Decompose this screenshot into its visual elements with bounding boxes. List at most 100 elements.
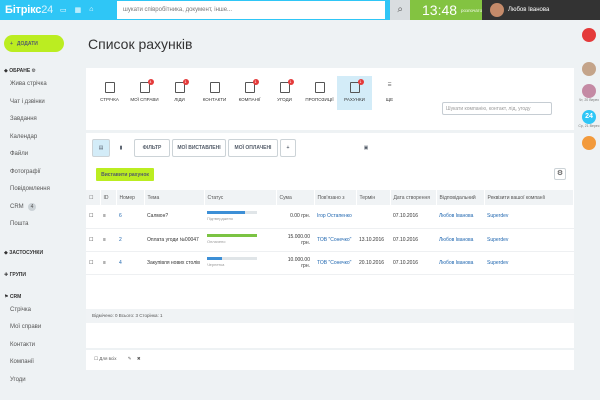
invoice-linked[interactable]: ТОВ "Сонечко": [314, 228, 356, 252]
crm-item-companies[interactable]: Компанії: [0, 354, 78, 372]
tab-more[interactable]: ☰ ЩЕ: [372, 82, 407, 102]
create-invoice-button[interactable]: Виставити рахунок: [96, 168, 154, 181]
contact-avatar-2[interactable]: [582, 84, 596, 98]
invoice-requisites[interactable]: Superdev: [484, 205, 574, 229]
crm-search-input[interactable]: Шукати компанію, контакт, лід, угоду: [442, 102, 552, 115]
edit-icon[interactable]: ✎: [128, 356, 132, 361]
col-status[interactable]: Статус: [204, 190, 277, 205]
table-row[interactable]: ☐ ≡ 2 Оплата угоди №00047 Оплачено 15.000.00 …: [86, 228, 574, 252]
row-checkbox[interactable]: ☐: [86, 251, 100, 275]
user-menu[interactable]: Любов Іванова: [482, 0, 600, 20]
list-view-icon[interactable]: ▤: [92, 139, 110, 157]
crm-item-deals[interactable]: Угоди: [0, 372, 78, 390]
col-id[interactable]: ID: [100, 190, 117, 205]
crm-item-activities[interactable]: Мої справи: [0, 319, 78, 337]
col-sum[interactable]: Сума: [276, 190, 315, 205]
invoice-status[interactable]: Підтверджено: [204, 205, 276, 229]
invoice-requisites[interactable]: Superdev: [484, 228, 574, 252]
right-panel: Чт, 20 Верес 24 Ср, 21 Верес: [578, 20, 600, 400]
deals-icon: 1: [279, 79, 294, 93]
col-responsible[interactable]: Відповідальний: [436, 190, 485, 205]
sidebar-item-calendar[interactable]: Календар: [0, 129, 78, 147]
contact-avatar-3[interactable]: [582, 136, 596, 150]
filter-button[interactable]: ФІЛЬТР: [134, 139, 170, 157]
calendar-icon[interactable]: ▣: [360, 139, 372, 157]
sidebar-item-files[interactable]: Файли: [0, 146, 78, 164]
delete-icon[interactable]: ✖: [137, 356, 141, 361]
invoice-linked[interactable]: Ігор Остапенко: [314, 205, 356, 229]
invoice-status[interactable]: Оплачено: [204, 228, 276, 252]
sidebar-item-feed[interactable]: Жива стрічка: [0, 76, 78, 94]
col-topic[interactable]: Тема: [144, 190, 205, 205]
invoice-status[interactable]: Чернетка: [204, 251, 276, 275]
tab-deals[interactable]: 1 УГОДИ: [267, 79, 302, 102]
crm-item-contacts[interactable]: Контакти: [0, 337, 78, 355]
tab-companies[interactable]: 1 КОМПАНІЇ: [232, 79, 267, 102]
search-input[interactable]: шукати співробітника, документ, інше...: [123, 7, 232, 13]
col-requisites[interactable]: Реквізити вашої компанії: [484, 190, 574, 205]
menu-icon: ☰: [387, 82, 392, 87]
search-icon[interactable]: ⌕: [397, 4, 403, 15]
col-created[interactable]: Дата створення: [390, 190, 437, 205]
sidebar-item-chat[interactable]: Чат і дзвінки: [0, 94, 78, 112]
section-apps[interactable]: ◆ ЗАСТОСУНКИ: [0, 250, 78, 256]
invoice-topic[interactable]: Оплата угоди №00047: [144, 228, 204, 252]
filter-my-issued[interactable]: МОЇ ВИСТАВЛЕНІ: [172, 139, 226, 157]
select-all-checkbox[interactable]: ☐: [86, 190, 101, 205]
section-favorites[interactable]: ◆ ОБРАНЕ ⚙: [0, 68, 78, 74]
invoice-number[interactable]: 4: [116, 251, 144, 275]
sidebar-item-messages[interactable]: Повідомлення: [0, 181, 78, 199]
invoice-requisites[interactable]: Superdev: [484, 251, 574, 275]
feed-icon: [104, 82, 115, 93]
global-search[interactable]: шукати співробітника, документ, інше... …: [116, 0, 403, 20]
table-row[interactable]: ☐ ≡ 6 Салмон? Підтверджено 0.00 грн. Ігор Оста…: [86, 205, 574, 229]
add-button[interactable]: + ДОДАТИ: [4, 35, 64, 52]
invoice-topic[interactable]: Закупівля нових столів: [144, 251, 204, 275]
chat-icon[interactable]: ▭: [60, 6, 67, 14]
invoice-number[interactable]: 2: [116, 228, 144, 252]
col-linked[interactable]: Пов'язано з: [314, 190, 357, 205]
row-menu-icon[interactable]: ≡: [100, 205, 116, 229]
col-due[interactable]: Термін: [356, 190, 391, 205]
invoice-responsible[interactable]: Любов Іванова: [436, 205, 484, 229]
for-all-checkbox[interactable]: ☐ Для всіх: [94, 356, 117, 361]
tab-contacts[interactable]: КОНТАКТИ: [197, 82, 232, 102]
tab-quotes[interactable]: ПРОПОЗИЦІЇ: [302, 82, 337, 102]
row-checkbox[interactable]: ☐: [86, 205, 100, 229]
table-row[interactable]: ☐ ≡ 4 Закупівля нових столів Чернетка 10.000.…: [86, 251, 574, 275]
contact-avatar[interactable]: [582, 62, 596, 76]
col-number[interactable]: Номер: [116, 190, 145, 205]
invoice-due: 20.10.2016: [356, 251, 390, 275]
sidebar-item-crm[interactable]: CRM 4: [0, 199, 78, 217]
notification-icon[interactable]: [582, 28, 596, 42]
crm-item-feed[interactable]: Стрічка: [0, 302, 78, 320]
section-crm[interactable]: ⚑ CRM: [0, 294, 78, 300]
calendar-icon[interactable]: ▦: [75, 6, 82, 14]
invoice-number[interactable]: 6: [116, 205, 144, 229]
row-checkbox[interactable]: ☐: [86, 228, 100, 252]
tab-invoices[interactable]: 1 РАХУНКИ: [337, 76, 372, 110]
invoice-responsible[interactable]: Любов Іванова: [436, 228, 484, 252]
tab-leads[interactable]: 1 ЛІДИ: [162, 79, 197, 102]
sidebar-item-tasks[interactable]: Завдання: [0, 111, 78, 129]
invoice-created: 07.10.2016: [390, 251, 436, 275]
row-menu-icon[interactable]: ≡: [100, 251, 116, 275]
workday-clock[interactable]: 13:48 розпочато: [410, 0, 482, 20]
add-filter-button[interactable]: +: [280, 139, 296, 157]
home-icon[interactable]: ⌂: [89, 6, 93, 14]
bitrix24-counter[interactable]: 24: [582, 110, 596, 124]
tab-activities[interactable]: 4 МОЇ СПРАВИ: [127, 79, 162, 102]
invoice-linked[interactable]: ТОВ "Сонечко": [314, 251, 356, 275]
gear-icon[interactable]: ⚙: [554, 168, 566, 180]
logo[interactable]: Бітрікс24: [0, 4, 60, 16]
row-menu-icon[interactable]: ≡: [100, 228, 116, 252]
chart-view-icon[interactable]: ▮: [112, 139, 130, 157]
invoice-responsible[interactable]: Любов Іванова: [436, 251, 484, 275]
leads-icon: 1: [174, 79, 189, 93]
sidebar-item-photos[interactable]: Фотографії: [0, 164, 78, 182]
invoice-topic[interactable]: Салмон?: [144, 205, 204, 229]
section-groups[interactable]: ✚ ГРУПИ: [0, 272, 78, 278]
tab-feed[interactable]: СТРІЧКА: [92, 82, 127, 102]
filter-my-paid[interactable]: МОЇ ОПЛАЧЕНІ: [228, 139, 278, 157]
sidebar-item-mail[interactable]: Пошта: [0, 216, 78, 234]
